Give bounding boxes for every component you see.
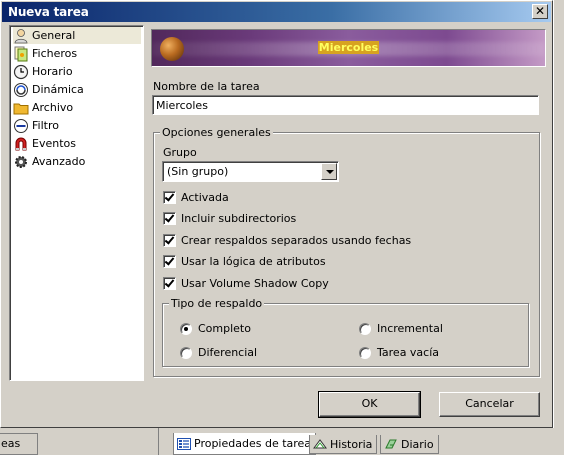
properties-icon [177,437,191,450]
tab-label: Diario [401,437,434,451]
close-button[interactable]: ✕ [532,4,548,19]
files-icon [13,46,29,62]
checkbox-label: Activada [181,191,229,204]
nav-item-archivo[interactable]: Archivo [13,99,141,116]
checkbox-label: Incluir subdirectorios [181,212,297,225]
checkbox-incluir-subdirectorios[interactable]: Incluir subdirectorios [163,211,296,226]
group-select[interactable]: (Sin grupo) [162,161,339,182]
checkbox-label: Usar Volume Shadow Copy [181,277,329,290]
checkbox[interactable] [163,255,176,268]
nav-item-ficheros[interactable]: Ficheros [13,45,141,62]
radio-button[interactable] [180,346,192,359]
nav-item-horario[interactable]: Horario [13,63,141,80]
checkbox-volume-shadow-copy[interactable]: Usar Volume Shadow Copy [163,276,329,291]
nav-item-label: Avanzado [32,155,86,168]
background-left-pane-text: eas [1,437,21,450]
radio-completo[interactable]: Completo [180,321,251,336]
close-icon: ✕ [534,4,546,18]
nav-item-label: Archivo [32,101,74,114]
ok-button[interactable]: OK [318,391,421,418]
checkbox[interactable] [163,234,176,247]
new-task-dialog: Nueva tarea ✕ General Ficheros Horario D… [0,0,553,428]
radio-button[interactable] [359,346,371,359]
person-icon [13,28,29,44]
section-nav: General Ficheros Horario Dinámica Archiv… [9,25,144,381]
checkbox[interactable] [163,212,176,225]
tab-label: Historia [330,437,373,451]
nav-item-label: Horario [32,65,73,78]
radio-incremental[interactable]: Incremental [359,321,443,336]
journal-icon [384,438,398,450]
radio-label: Incremental [377,322,443,335]
radio-diferencial[interactable]: Diferencial [180,345,257,360]
radio-tarea-vacia[interactable]: Tarea vacía [359,345,439,360]
gears-icon [13,154,29,170]
nav-item-label: Eventos [32,137,76,150]
title-bar[interactable]: Nueva tarea ✕ [2,2,551,22]
background-left-pane: eas [0,433,38,455]
checkbox-label: Usar la lógica de atributos [181,255,326,268]
tab-label: Propiedades de tarea [194,437,312,450]
task-name-label: Nombre de la tarea [153,80,260,93]
task-banner: Miercoles [151,29,546,67]
nav-item-label: Filtro [32,119,59,132]
checkbox-respaldos-fechas[interactable]: Crear respaldos separados usando fechas [163,233,411,248]
background-window-edge [553,0,564,428]
group-label: Grupo [163,146,197,159]
history-icon [313,438,327,450]
task-name-input[interactable] [152,95,539,115]
radio-label: Tarea vacía [377,346,440,359]
nav-item-label: General [32,29,76,42]
chevron-down-icon[interactable] [321,163,337,180]
radio-button[interactable] [180,322,192,335]
group-select-value: (Sin grupo) [167,165,229,178]
checkbox[interactable] [163,277,176,290]
pane-divider [158,428,159,455]
radio-button[interactable] [359,322,371,335]
checkbox-activada[interactable]: Activada [163,190,229,205]
checkbox[interactable] [163,191,176,204]
window-title: Nueva tarea [8,5,89,19]
tab-historia[interactable]: Historia [309,435,378,454]
general-options-title: Opciones generales [160,126,273,139]
nav-item-avanzado[interactable]: Avanzado [13,153,141,170]
nav-item-general[interactable]: General [13,27,141,44]
dynamic-icon [13,82,29,98]
radio-label: Diferencial [198,346,258,359]
backup-type-group: Tipo de respaldo Completo Incremental Di… [162,297,529,367]
tab-diario[interactable]: Diario [380,435,439,454]
nav-item-dinamica[interactable]: Dinámica [13,81,141,98]
backup-type-title: Tipo de respaldo [169,297,265,310]
checkbox-logica-atributos[interactable]: Usar la lógica de atributos [163,254,326,269]
nav-item-filtro[interactable]: Filtro [13,117,141,134]
cancel-button[interactable]: Cancelar [439,392,540,417]
radio-label: Completo [198,322,251,335]
filter-icon [13,118,29,134]
tab-propiedades-de-tarea[interactable]: Propiedades de tarea [173,433,317,455]
checkbox-label: Crear respaldos separados usando fechas [181,234,412,247]
nav-item-label: Dinámica [32,83,84,96]
clock-icon [13,64,29,80]
nav-item-eventos[interactable]: Eventos [13,135,141,152]
general-options-group: Opciones generales Grupo (Sin grupo) Act… [153,126,540,377]
banner-title: Miercoles [317,41,380,54]
magnet-icon [13,136,29,152]
folder-icon [13,100,29,116]
nav-item-label: Ficheros [32,47,78,60]
